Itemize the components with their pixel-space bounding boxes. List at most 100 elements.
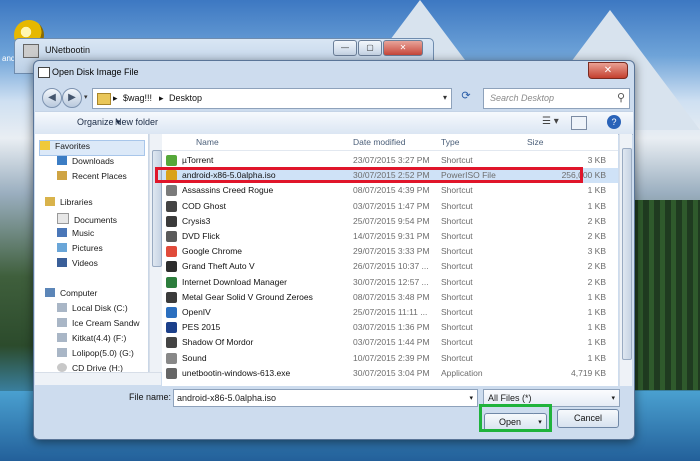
nav-lolipop-drive[interactable]: Lolipop(5.0) (G:) [57, 348, 134, 362]
breadcrumb-user[interactable]: $wag!!! [123, 93, 152, 103]
pictures-icon [57, 243, 67, 252]
nav-ice-cream-drive[interactable]: Ice Cream Sandw [57, 318, 140, 332]
view-options-icon[interactable]: ☰ ▾ [542, 116, 564, 129]
file-row[interactable]: Grand Theft Auto V 26/07/2015 10:37 ... Sh… [162, 259, 618, 274]
file-size: 1 KB [587, 200, 606, 211]
file-row[interactable]: Sound 10/07/2015 2:39 PM Shortcut 1 KB [162, 351, 618, 366]
new-folder-button[interactable]: New folder [115, 117, 158, 127]
file-name: android-x86-5.0alpha.iso [182, 170, 276, 181]
file-size: 1 KB [587, 352, 606, 363]
search-input[interactable]: Search Desktop ⚲ [483, 88, 630, 109]
file-row[interactable]: Assassins Creed Rogue 08/07/2015 4:39 PM S… [162, 183, 618, 198]
preview-pane-icon[interactable] [571, 116, 587, 130]
file-icon [166, 307, 177, 318]
nav-cd-drive[interactable]: CD Drive (H:) [57, 363, 123, 372]
nav-pane-scrollbar[interactable] [149, 134, 162, 372]
address-dropdown-icon[interactable]: ▾ [443, 93, 447, 102]
column-type[interactable]: Type [441, 137, 459, 147]
file-type-dropdown-icon[interactable]: ▾ [611, 394, 615, 402]
help-icon[interactable]: ? [607, 115, 621, 129]
toolbar: Organize ▾ New folder ☰ ▾ ? [35, 111, 633, 135]
file-row[interactable]: OpenIV 25/07/2015 11:11 ... Shortcut 1 KB [162, 305, 618, 320]
file-name: OpenIV [182, 307, 211, 317]
drive-icon [57, 333, 67, 342]
nav-local-disk[interactable]: Local Disk (C:) [57, 303, 128, 317]
column-size[interactable]: Size [527, 137, 544, 147]
column-headers: Name Date modified Type Size [162, 134, 618, 151]
maximize-button[interactable]: ▢ [358, 40, 382, 56]
file-icon [166, 291, 177, 303]
back-arrow-icon[interactable]: ◀ [42, 88, 62, 108]
file-row[interactable]: Internet Download Manager 30/07/2015 12:5… [162, 275, 618, 290]
search-placeholder: Search Desktop [490, 93, 555, 103]
file-date: 14/07/2015 9:31 PM [353, 231, 430, 241]
file-row[interactable]: DVD Flick 14/07/2015 9:31 PM Shortcut 2 KB [162, 229, 618, 244]
nav-recent-places[interactable]: Recent Places [57, 171, 127, 185]
file-name-dropdown-icon[interactable]: ▾ [469, 394, 473, 402]
file-type: Application [441, 367, 483, 378]
nav-favorites-label: Favorites [55, 141, 90, 151]
scrollbar-thumb[interactable] [622, 148, 632, 360]
file-row[interactable]: Metal Gear Solid V Ground Zeroes 08/07/20… [162, 290, 618, 305]
file-row[interactable]: Crysis3 25/07/2015 9:54 PM Shortcut 2 KB [162, 214, 618, 229]
file-row[interactable]: PES 2015 03/07/2015 1:36 PM Shortcut 1 KB [162, 320, 618, 335]
breadcrumb-desktop[interactable]: Desktop [169, 93, 202, 103]
refresh-icon[interactable]: ⟳ [454, 89, 478, 106]
open-file-dialog: Open Disk Image File ✕ ◀ ▶ ▾ ▸ $wag!!! ▸… [33, 60, 635, 440]
nav-local-disk-label: Local Disk (C:) [72, 303, 128, 313]
file-name: Sound [182, 352, 207, 363]
nav-kitkat-drive[interactable]: Kitkat(4.4) (F:) [57, 333, 126, 347]
file-size: 3 KB [587, 155, 606, 165]
file-row[interactable]: Shadow Of Mordor 03/07/2015 1:44 PM Shortc… [162, 335, 618, 350]
file-name: Crysis3 [182, 215, 211, 226]
scrollbar-thumb[interactable] [152, 150, 162, 267]
cancel-button[interactable]: Cancel [557, 409, 619, 428]
nav-pane-horizontal-scrollbar[interactable] [35, 372, 161, 385]
file-date: 25/07/2015 9:54 PM [353, 215, 430, 226]
music-icon [57, 228, 67, 237]
file-type: PowerISO File [441, 170, 496, 181]
nav-libraries[interactable]: Libraries [45, 197, 93, 211]
file-type-value: All Files (*) [488, 393, 532, 403]
file-row[interactable]: android-x86-5.0alpha.iso 30/07/2015 2:52 … [162, 168, 618, 184]
file-size: 1 KB [587, 291, 606, 302]
videos-icon [57, 258, 67, 267]
file-name: Internet Download Manager [182, 276, 287, 287]
nav-computer[interactable]: Computer [45, 288, 97, 302]
recent-locations-dropdown-icon[interactable]: ▾ [84, 93, 88, 101]
nav-documents[interactable]: Documents [57, 213, 117, 227]
minimize-button[interactable]: — [333, 40, 357, 56]
file-type: Shortcut [441, 352, 473, 363]
file-row[interactable]: µTorrent 23/07/2015 3:27 PM Shortcut 3 KB [162, 153, 618, 168]
file-icon [166, 261, 177, 273]
file-type: Shortcut [441, 185, 473, 196]
forward-arrow-icon[interactable]: ▶ [62, 88, 82, 108]
file-date: 03/07/2015 1:36 PM [353, 322, 430, 333]
file-row[interactable]: Google Chrome 29/07/2015 3:33 PM Shortcut 3… [162, 244, 618, 259]
nav-downloads[interactable]: Downloads [57, 156, 114, 170]
dialog-close-button[interactable]: ✕ [588, 62, 628, 79]
nav-computer-label: Computer [60, 288, 98, 298]
nav-favorites[interactable]: Favorites [39, 140, 145, 156]
file-name-input[interactable]: android-x86-5.0alpha.iso ▾ [173, 389, 478, 407]
file-size: 1 KB [587, 185, 606, 196]
nav-music-label: Music [72, 228, 95, 238]
file-date: 30/07/2015 2:52 PM [353, 170, 430, 181]
column-date-modified[interactable]: Date modified [353, 137, 405, 147]
file-list-scrollbar[interactable] [619, 134, 632, 386]
file-row[interactable]: unetbootin-windows-613.exe 30/07/2015 3:0… [162, 366, 618, 381]
nav-music[interactable]: Music [57, 228, 94, 242]
nav-pictures[interactable]: Pictures [57, 243, 103, 257]
nav-videos[interactable]: Videos [57, 258, 98, 272]
file-type: Shortcut [441, 215, 473, 226]
file-list: Name Date modified Type Size µTorrent 23/… [162, 134, 618, 386]
column-name[interactable]: Name [196, 137, 219, 147]
file-name: unetbootin-windows-613.exe [182, 367, 291, 378]
file-row[interactable]: COD Ghost 03/07/2015 1:47 PM Shortcut 1 KB [162, 199, 618, 214]
file-name: Google Chrome [182, 246, 243, 257]
organize-button[interactable]: Organize ▾ [77, 117, 121, 128]
dialog-title: Open Disk Image File [52, 67, 139, 77]
close-button[interactable]: ✕ [383, 40, 423, 56]
address-bar[interactable]: ▸ $wag!!! ▸ Desktop ▾ [92, 88, 452, 109]
file-type: Shortcut [441, 307, 473, 317]
